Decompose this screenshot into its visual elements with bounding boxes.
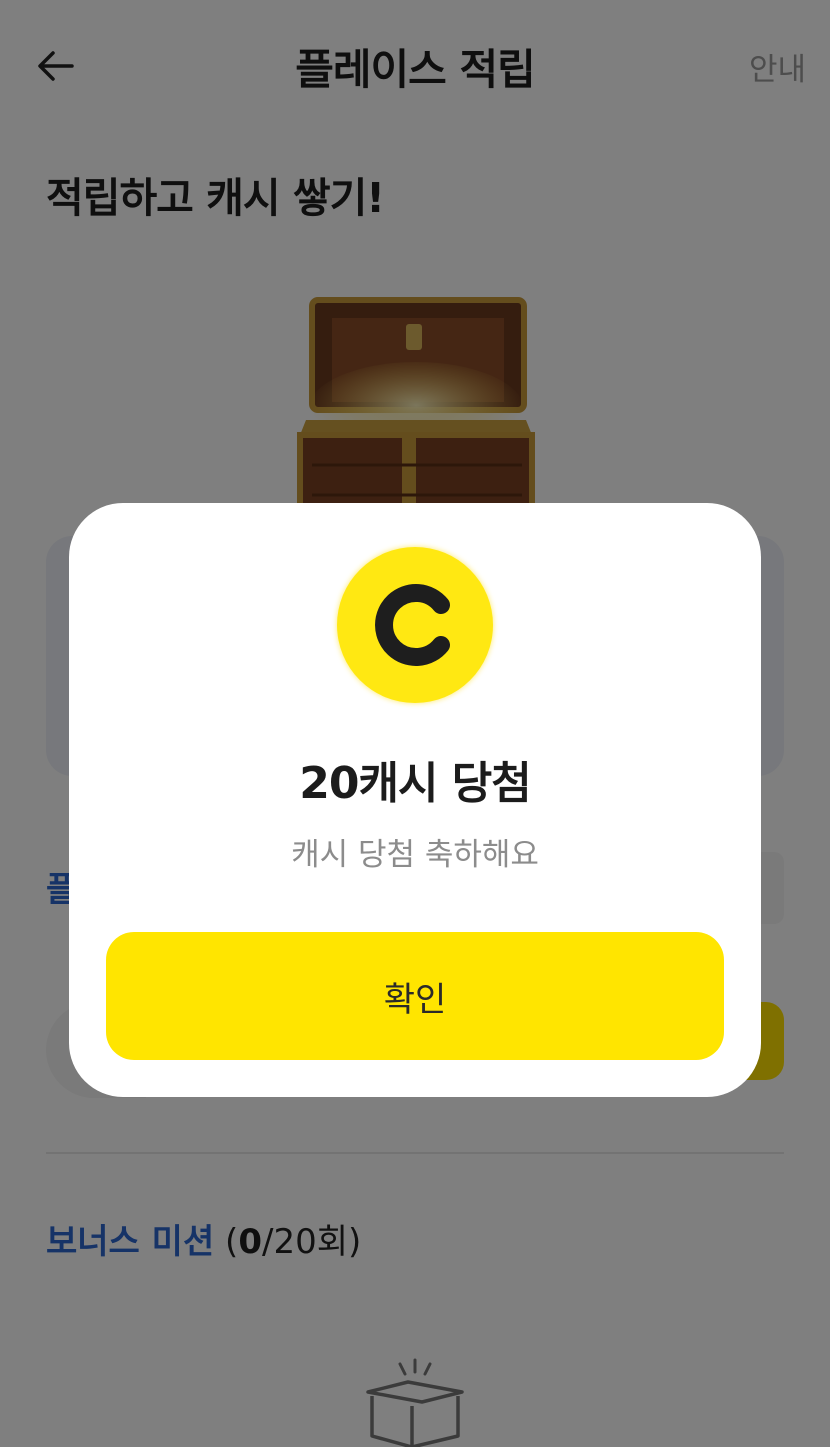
- dialog-title: 20캐시 당첨: [299, 758, 531, 809]
- confirm-button[interactable]: 확인: [106, 932, 724, 1060]
- place-reward-screen: 플레이스 적립 안내 적립하고 캐시 쌓기! 플 보너스 미션 (0/20회): [0, 0, 830, 1447]
- dialog-subtitle: 캐시 당첨 축하해요: [291, 837, 539, 873]
- cash-coin-icon: [337, 547, 493, 703]
- cash-won-dialog: 20캐시 당첨 캐시 당첨 축하해요 확인: [69, 503, 761, 1097]
